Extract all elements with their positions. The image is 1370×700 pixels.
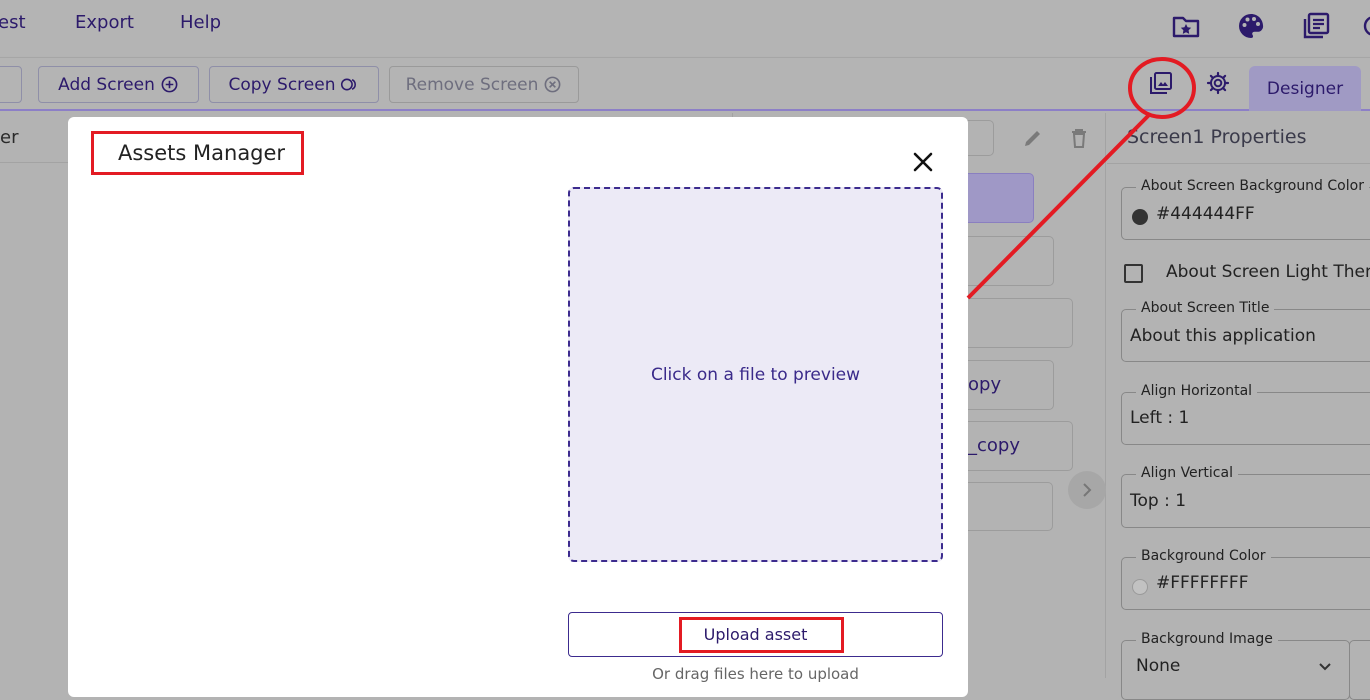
properties-divider (1107, 163, 1370, 164)
toolbar: Add Screen Copy Screen Remove Screen Des… (0, 57, 1370, 111)
assets-manager-dialog: Assets Manager Click on a file to previe… (68, 117, 968, 697)
menu-item-export[interactable]: Export (75, 12, 134, 33)
properties-title: Screen1 Properties (1127, 126, 1307, 148)
background-color-value: #FFFFFFFF (1156, 573, 1249, 593)
align-vertical-label: Align Vertical (1136, 465, 1238, 481)
align-vertical-value: Top : 1 (1130, 491, 1187, 511)
assets-icon[interactable] (1149, 71, 1173, 95)
tab-designer[interactable]: Designer (1249, 66, 1361, 111)
close-icon[interactable] (910, 149, 936, 175)
color-swatch (1132, 209, 1148, 225)
align-horizontal-value: Left : 1 (1130, 408, 1190, 428)
annotation-highlight (679, 617, 844, 653)
background-image-label: Background Image (1136, 631, 1278, 647)
background-image-extra-button[interactable] (1349, 640, 1370, 700)
about-bg-color-value: #444444FF (1156, 204, 1255, 224)
menu-item-test[interactable]: est (0, 12, 26, 33)
background-color-label: Background Color (1136, 548, 1271, 564)
component-item-selected[interactable] (960, 173, 1034, 223)
component-item[interactable] (960, 482, 1053, 531)
remove-circle-icon (544, 76, 561, 93)
preview-placeholder: Click on a file to preview (650, 364, 861, 385)
about-bg-color-field[interactable]: About Screen Background Color #444444FF (1121, 178, 1370, 240)
about-title-value: About this application (1130, 326, 1316, 346)
about-title-label: About Screen Title (1136, 300, 1275, 316)
library-icon[interactable] (1302, 12, 1330, 40)
menu-item-help[interactable]: Help (180, 12, 221, 33)
chevron-right-icon (1083, 483, 1092, 497)
remove-screen-label: Remove Screen (405, 74, 539, 95)
folder-star-icon[interactable] (1172, 12, 1200, 40)
copy-screen-label: Copy Screen (228, 74, 336, 95)
component-item[interactable] (960, 236, 1054, 286)
drag-upload-hint: Or drag files here to upload (652, 665, 859, 683)
component-item[interactable] (960, 298, 1073, 348)
light-theme-checkbox[interactable] (1124, 264, 1143, 283)
align-vertical-field[interactable]: Align Vertical Top : 1 (1121, 465, 1370, 528)
file-preview-area[interactable]: Click on a file to preview (568, 187, 943, 562)
trash-icon[interactable] (1069, 127, 1089, 149)
pencil-icon[interactable] (1022, 127, 1044, 149)
copy-screen-button[interactable]: Copy Screen (209, 66, 379, 103)
left-panel-header-text: er (0, 127, 19, 148)
menu-bar: est Export Help (0, 0, 1370, 56)
palette-icon[interactable] (1237, 12, 1265, 40)
background-image-select[interactable]: Background Image None (1121, 631, 1350, 700)
background-color-field[interactable]: Background Color #FFFFFFFF (1121, 548, 1370, 610)
remove-screen-button[interactable]: Remove Screen (389, 66, 579, 103)
panel-expand-button[interactable] (1068, 471, 1106, 509)
background-image-value: None (1136, 656, 1181, 676)
add-screen-button[interactable]: Add Screen (38, 66, 199, 103)
add-screen-label: Add Screen (58, 74, 155, 95)
about-bg-color-label: About Screen Background Color (1136, 178, 1369, 194)
chevron-down-icon (1319, 663, 1331, 671)
gear-icon[interactable] (1206, 71, 1230, 95)
color-swatch (1132, 579, 1148, 595)
left-panel-header: er (0, 113, 70, 163)
component-item-label: _copy (968, 435, 1020, 456)
light-theme-label: About Screen Light Theme (1166, 262, 1370, 282)
dialog-title: Assets Manager (118, 141, 286, 165)
toolbar-hidden-button[interactable] (0, 66, 22, 103)
component-item-label: opy (968, 374, 1002, 395)
align-horizontal-label: Align Horizontal (1136, 383, 1258, 399)
align-horizontal-field[interactable]: Align Horizontal Left : 1 (1121, 383, 1370, 445)
about-title-field[interactable]: About Screen Title About this applicatio… (1121, 300, 1370, 362)
copy-circles-icon (341, 78, 357, 91)
plus-circle-icon (161, 76, 178, 93)
account-icon[interactable] (1362, 12, 1370, 40)
